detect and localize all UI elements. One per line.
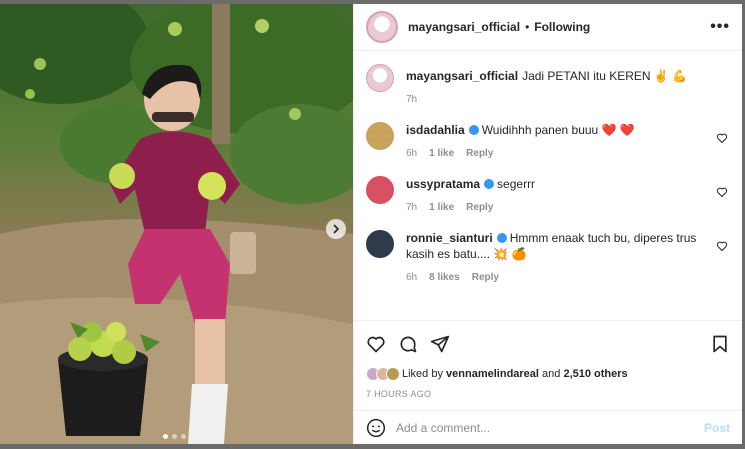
post-actions: Liked by vennamelindareal and 2,510 othe… (354, 320, 742, 418)
reply-button[interactable]: Reply (466, 200, 493, 216)
author-username[interactable]: mayangsari_official (408, 20, 520, 34)
following-button[interactable]: Following (534, 20, 590, 34)
emoji-icon[interactable] (366, 418, 386, 438)
carousel-dot (163, 434, 168, 439)
comment-row: ronnie_sianturi Hmmm enaak tuch bu, diper… (366, 230, 730, 286)
header-separator: • (525, 20, 530, 34)
liker-avatar (386, 367, 400, 381)
post-side-panel: mayangsari_official • Following ••• maya… (353, 4, 742, 444)
liked-by-and: and (542, 368, 561, 380)
verified-badge-icon (468, 125, 479, 135)
heart-icon[interactable] (716, 132, 728, 144)
author-avatar[interactable] (366, 11, 398, 43)
post-header: mayangsari_official • Following ••• (354, 4, 742, 51)
share-icon[interactable] (430, 334, 450, 354)
caption-avatar[interactable] (366, 64, 394, 92)
verified-badge-icon (496, 233, 507, 243)
comment-text: Wuidihhh panen buuu ❤️ ❤️ (481, 123, 635, 137)
likes-summary[interactable]: Liked by vennamelindareal and 2,510 othe… (366, 367, 730, 381)
verified-badge-icon (484, 179, 495, 189)
commenter-avatar[interactable] (366, 122, 394, 150)
caption-row: mayangsari_official Jadi PETANI itu KEREN… (366, 64, 730, 108)
liked-by-user[interactable]: vennamelindareal (446, 368, 539, 380)
comment-row: isdadahlia Wuidihhh panen buuu ❤️ ❤️ 6h 1… (366, 122, 730, 162)
reply-button[interactable]: Reply (472, 270, 499, 286)
heart-icon[interactable] (716, 240, 728, 252)
heart-icon[interactable] (716, 186, 728, 198)
comment-username[interactable]: ussypratama (406, 177, 480, 191)
comment-input[interactable] (396, 420, 704, 435)
liker-avatars (366, 367, 400, 381)
reply-button[interactable]: Reply (466, 146, 493, 162)
commenter-avatar[interactable] (366, 176, 394, 204)
commenter-avatar[interactable] (366, 230, 394, 258)
comment-likes[interactable]: 1 like (429, 200, 454, 216)
comment-icon[interactable] (398, 334, 418, 354)
post-timestamp: 7 HOURS AGO (366, 389, 432, 399)
liked-by-others[interactable]: 2,510 others (563, 368, 627, 380)
caption-time: 7h (406, 94, 418, 105)
caption-text: Jadi PETANI itu KEREN ✌️ 💪 (522, 69, 688, 83)
carousel-dot (181, 434, 186, 439)
comment-likes[interactable]: 1 like (429, 146, 454, 162)
comment-time: 6h (406, 148, 418, 159)
chevron-right-icon (333, 224, 340, 234)
photo-scene (0, 4, 353, 444)
carousel-indicator (163, 434, 186, 439)
comment-text: segerrr (497, 177, 536, 191)
comment-username[interactable]: ronnie_sianturi (406, 231, 493, 245)
next-photo-button[interactable] (326, 219, 346, 239)
comment-time: 6h (406, 272, 418, 283)
caption-username[interactable]: mayangsari_official (406, 69, 518, 83)
action-icons (366, 329, 730, 359)
add-comment-bar: Post (354, 410, 742, 444)
comment-time: 7h (406, 202, 418, 213)
comment-username[interactable]: isdadahlia (406, 123, 465, 137)
comment-row: ussypratama segerrr 7h 1 like Reply (366, 176, 730, 216)
post-comment-button[interactable]: Post (704, 421, 730, 435)
carousel-dot (172, 434, 177, 439)
post-photo (0, 4, 353, 444)
bookmark-icon[interactable] (710, 334, 730, 354)
comments-list[interactable]: mayangsari_official Jadi PETANI itu KEREN… (354, 52, 742, 318)
more-options-icon[interactable]: ••• (710, 18, 730, 36)
like-heart-icon[interactable] (366, 334, 386, 354)
liked-by-prefix: Liked by (402, 368, 443, 380)
comment-likes[interactable]: 8 likes (429, 270, 460, 286)
